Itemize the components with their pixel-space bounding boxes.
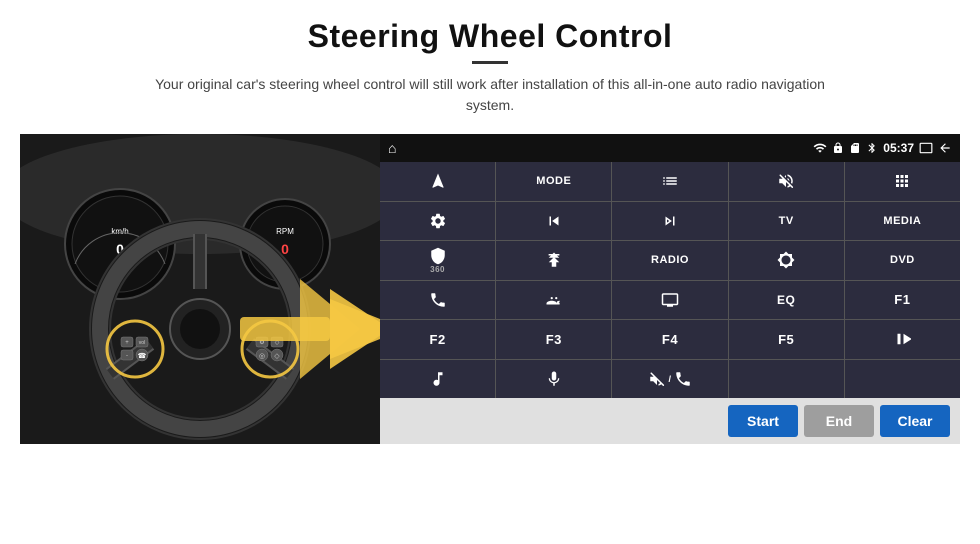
- status-bar: ⌂: [380, 134, 960, 162]
- svg-text:-: -: [126, 353, 128, 359]
- mode-btn[interactable]: MODE: [496, 162, 611, 201]
- svg-text:km/h: km/h: [111, 227, 128, 236]
- button-grid: MODE TV: [380, 162, 960, 398]
- svg-text:◇: ◇: [274, 353, 280, 360]
- tv-btn[interactable]: TV: [729, 202, 844, 241]
- radio-btn[interactable]: RADIO: [612, 241, 727, 280]
- next-btn[interactable]: [612, 202, 727, 241]
- svg-text:◎: ◎: [259, 353, 265, 360]
- eq-btn[interactable]: EQ: [729, 281, 844, 320]
- eject-btn[interactable]: [496, 241, 611, 280]
- status-left: ⌂: [388, 140, 396, 156]
- wifi-icon: [813, 141, 827, 155]
- brightness-btn[interactable]: [729, 241, 844, 280]
- phone-btn[interactable]: [380, 281, 495, 320]
- dvd-btn[interactable]: DVD: [845, 241, 960, 280]
- prev-btn[interactable]: [496, 202, 611, 241]
- start-button[interactable]: Start: [728, 405, 798, 437]
- hu-screen: ⌂: [380, 134, 960, 444]
- f5-btn[interactable]: F5: [729, 320, 844, 359]
- svg-text:+: +: [125, 340, 129, 346]
- f2-btn[interactable]: F2: [380, 320, 495, 359]
- list-btn[interactable]: [612, 162, 727, 201]
- lock-icon: [832, 142, 844, 154]
- music-btn[interactable]: [380, 360, 495, 399]
- back-icon[interactable]: [938, 141, 952, 155]
- status-right: 05:37: [813, 141, 952, 155]
- title-divider: [472, 61, 508, 64]
- home-icon[interactable]: ⌂: [388, 140, 396, 156]
- bluetooth-icon: [866, 142, 878, 154]
- f1-btn[interactable]: F1: [845, 281, 960, 320]
- page-title: Steering Wheel Control: [130, 18, 850, 55]
- screen2-btn[interactable]: [612, 281, 727, 320]
- screen-icon: [919, 141, 933, 155]
- play-pause-btn[interactable]: [845, 320, 960, 359]
- subtitle-text: Your original car's steering wheel contr…: [130, 74, 850, 116]
- f3-btn[interactable]: F3: [496, 320, 611, 359]
- end-button[interactable]: End: [804, 405, 874, 437]
- svg-text:☎: ☎: [138, 352, 147, 360]
- content-area: km/h 0 RPM 0: [20, 134, 960, 444]
- f4-btn[interactable]: F4: [612, 320, 727, 359]
- bottom-bar: Start End Clear: [380, 398, 960, 444]
- swipe-btn[interactable]: [496, 281, 611, 320]
- time-display: 05:37: [883, 141, 914, 155]
- svg-text:vol: vol: [139, 340, 145, 346]
- clear-button[interactable]: Clear: [880, 405, 950, 437]
- empty-btn-2[interactable]: [845, 360, 960, 399]
- navigate-btn[interactable]: [380, 162, 495, 201]
- sdcard-icon: [849, 142, 861, 154]
- camera360-btn[interactable]: 360: [380, 241, 495, 280]
- mic-btn[interactable]: [496, 360, 611, 399]
- apps-btn[interactable]: [845, 162, 960, 201]
- svg-text:RPM: RPM: [276, 227, 294, 236]
- mute-btn[interactable]: [729, 162, 844, 201]
- title-section: Steering Wheel Control Your original car…: [130, 18, 850, 128]
- settings-btn[interactable]: [380, 202, 495, 241]
- empty-btn-1[interactable]: [729, 360, 844, 399]
- steering-wheel-image: km/h 0 RPM 0: [20, 134, 380, 444]
- page-container: Steering Wheel Control Your original car…: [0, 0, 980, 544]
- vol-phone-btn[interactable]: /: [612, 360, 727, 399]
- media-btn[interactable]: MEDIA: [845, 202, 960, 241]
